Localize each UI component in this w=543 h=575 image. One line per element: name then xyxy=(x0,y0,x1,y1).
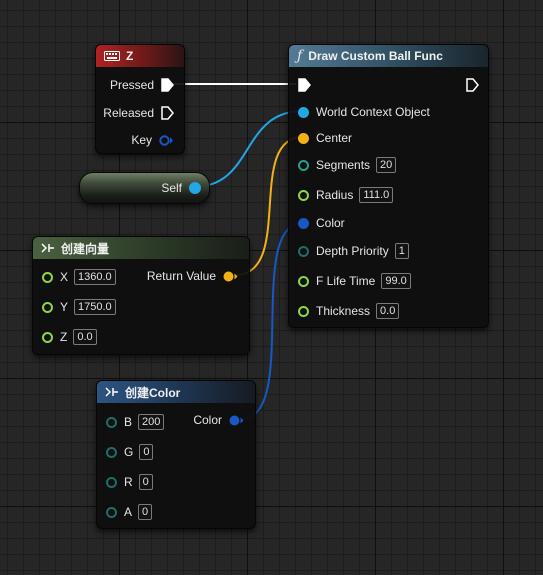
key-event-title: Z xyxy=(126,49,134,63)
center-label: Center xyxy=(316,131,353,145)
life-time-pin-row[interactable]: F Life Time 99.0 xyxy=(298,271,411,291)
key-label: Key xyxy=(131,133,152,147)
radius-pin-icon[interactable] xyxy=(298,189,309,201)
pressed-label: Pressed xyxy=(109,78,154,92)
return-value-pin-row[interactable]: Return Value xyxy=(147,266,238,286)
make-vector-node[interactable]: 创建向量 Return Value X 1360.0 Y 1750.0 Z 0.… xyxy=(32,236,250,355)
return-value-pin-icon[interactable] xyxy=(223,271,238,282)
vector-y-label: Y xyxy=(60,300,69,314)
self-label: Self xyxy=(161,181,182,195)
draw-custom-ball-func-node[interactable]: ƒ Draw Custom Ball Func World Context Ob… xyxy=(288,44,489,328)
depth-priority-label: Depth Priority xyxy=(316,244,389,258)
vector-x-label: X xyxy=(60,270,69,284)
vector-x-input[interactable]: 1360.0 xyxy=(74,269,116,285)
make-color-title: 创建Color xyxy=(125,385,181,400)
color-a-input[interactable]: 0 xyxy=(138,504,153,520)
vector-y-pin-row[interactable]: Y 1750.0 xyxy=(42,297,116,317)
depth-priority-input[interactable]: 1 xyxy=(394,243,409,259)
color-a-label: A xyxy=(124,505,133,519)
color-r-input[interactable]: 0 xyxy=(138,474,153,490)
released-label: Released xyxy=(103,106,154,120)
segments-pin-row[interactable]: Segments 20 xyxy=(298,155,397,175)
self-object-pin-icon[interactable] xyxy=(189,182,201,194)
vector-z-pin-row[interactable]: Z 0.0 xyxy=(42,327,97,347)
released-pin-row[interactable]: Released xyxy=(103,103,174,123)
color-a-pin-icon[interactable] xyxy=(106,506,117,518)
self-to-world-context-wire xyxy=(192,110,304,188)
world-context-label: World Context Object xyxy=(316,105,430,119)
exec-in-pin-row[interactable] xyxy=(298,75,311,95)
pressed-exec-pin-icon[interactable] xyxy=(161,78,174,92)
life-time-pin-icon[interactable] xyxy=(298,275,309,287)
key-struct-pin-icon[interactable] xyxy=(159,134,174,146)
exec-out-pin-icon[interactable] xyxy=(466,78,479,92)
thickness-label: Thickness xyxy=(316,304,371,318)
vector-z-input[interactable]: 0.0 xyxy=(73,329,97,345)
vector-z-pin-icon[interactable] xyxy=(42,331,53,343)
keyboard-icon xyxy=(104,51,120,61)
color-r-pin-icon[interactable] xyxy=(106,476,117,488)
color-label: Color xyxy=(316,216,345,230)
make-color-node[interactable]: 创建Color Color B 200 G 0 R 0 A 0 xyxy=(96,380,256,529)
thickness-pin-row[interactable]: Thickness 0.0 xyxy=(298,301,400,321)
world-context-pin-icon[interactable] xyxy=(298,106,309,118)
color-out-pin-icon[interactable] xyxy=(229,415,244,426)
color-b-input[interactable]: 200 xyxy=(138,414,165,430)
color-g-input[interactable]: 0 xyxy=(139,444,154,460)
color-b-label: B xyxy=(124,415,133,429)
function-icon: ƒ xyxy=(297,48,303,64)
return-value-label: Return Value xyxy=(146,269,216,283)
make-color-header[interactable]: 创建Color xyxy=(97,381,255,403)
key-pin-row[interactable]: Key xyxy=(131,130,174,150)
self-pin-row[interactable]: Self xyxy=(161,178,201,198)
make-struct-icon xyxy=(41,242,55,254)
exec-out-pin-row[interactable] xyxy=(466,75,479,95)
thickness-input[interactable]: 0.0 xyxy=(376,303,400,319)
color-a-pin-row[interactable]: A 0 xyxy=(106,502,153,522)
depth-priority-pin-row[interactable]: Depth Priority 1 xyxy=(298,241,409,261)
radius-input[interactable]: 111.0 xyxy=(359,187,394,203)
color-g-pin-icon[interactable] xyxy=(106,446,117,458)
vector-y-pin-icon[interactable] xyxy=(42,301,53,313)
life-time-label: F Life Time xyxy=(316,274,376,288)
key-event-header[interactable]: Z xyxy=(96,45,184,67)
segments-label: Segments xyxy=(316,158,371,172)
world-context-pin-row[interactable]: World Context Object xyxy=(298,102,430,122)
vector-z-label: Z xyxy=(60,330,68,344)
center-pin-icon[interactable] xyxy=(298,132,309,144)
make-vector-header[interactable]: 创建向量 xyxy=(33,237,249,259)
radius-pin-row[interactable]: Radius 111.0 xyxy=(298,185,394,205)
life-time-input[interactable]: 99.0 xyxy=(381,273,411,289)
color-g-pin-row[interactable]: G 0 xyxy=(106,442,154,462)
vector-x-pin-icon[interactable] xyxy=(42,271,53,283)
segments-pin-icon[interactable] xyxy=(298,159,309,171)
self-reference-node[interactable]: Self xyxy=(79,172,210,204)
color-out-pin-row[interactable]: Color xyxy=(193,410,244,430)
func-node-title: Draw Custom Ball Func xyxy=(308,49,443,63)
color-b-pin-icon[interactable] xyxy=(106,416,117,428)
color-out-label: Color xyxy=(193,413,222,427)
vector-x-pin-row[interactable]: X 1360.0 xyxy=(42,267,116,287)
make-vector-title: 创建向量 xyxy=(61,241,110,256)
color-g-label: G xyxy=(124,445,134,459)
center-pin-row[interactable]: Center xyxy=(298,128,352,148)
color-pin-icon[interactable] xyxy=(298,217,309,229)
func-node-header[interactable]: ƒ Draw Custom Ball Func xyxy=(289,45,488,67)
pressed-pin-row[interactable]: Pressed xyxy=(110,75,174,95)
released-exec-pin-icon[interactable] xyxy=(161,106,174,120)
color-r-label: R xyxy=(124,475,133,489)
make-struct-icon xyxy=(105,386,119,398)
thickness-pin-icon[interactable] xyxy=(298,305,309,317)
color-r-pin-row[interactable]: R 0 xyxy=(106,472,153,492)
color-pin-row[interactable]: Color xyxy=(298,213,345,233)
color-b-pin-row[interactable]: B 200 xyxy=(106,412,165,432)
exec-in-pin-icon[interactable] xyxy=(298,78,311,92)
depth-priority-pin-icon[interactable] xyxy=(298,245,309,257)
vector-y-input[interactable]: 1750.0 xyxy=(74,299,116,315)
radius-label: Radius xyxy=(316,188,354,202)
segments-input[interactable]: 20 xyxy=(376,157,397,173)
key-event-node[interactable]: Z Pressed Released Key xyxy=(95,44,185,154)
